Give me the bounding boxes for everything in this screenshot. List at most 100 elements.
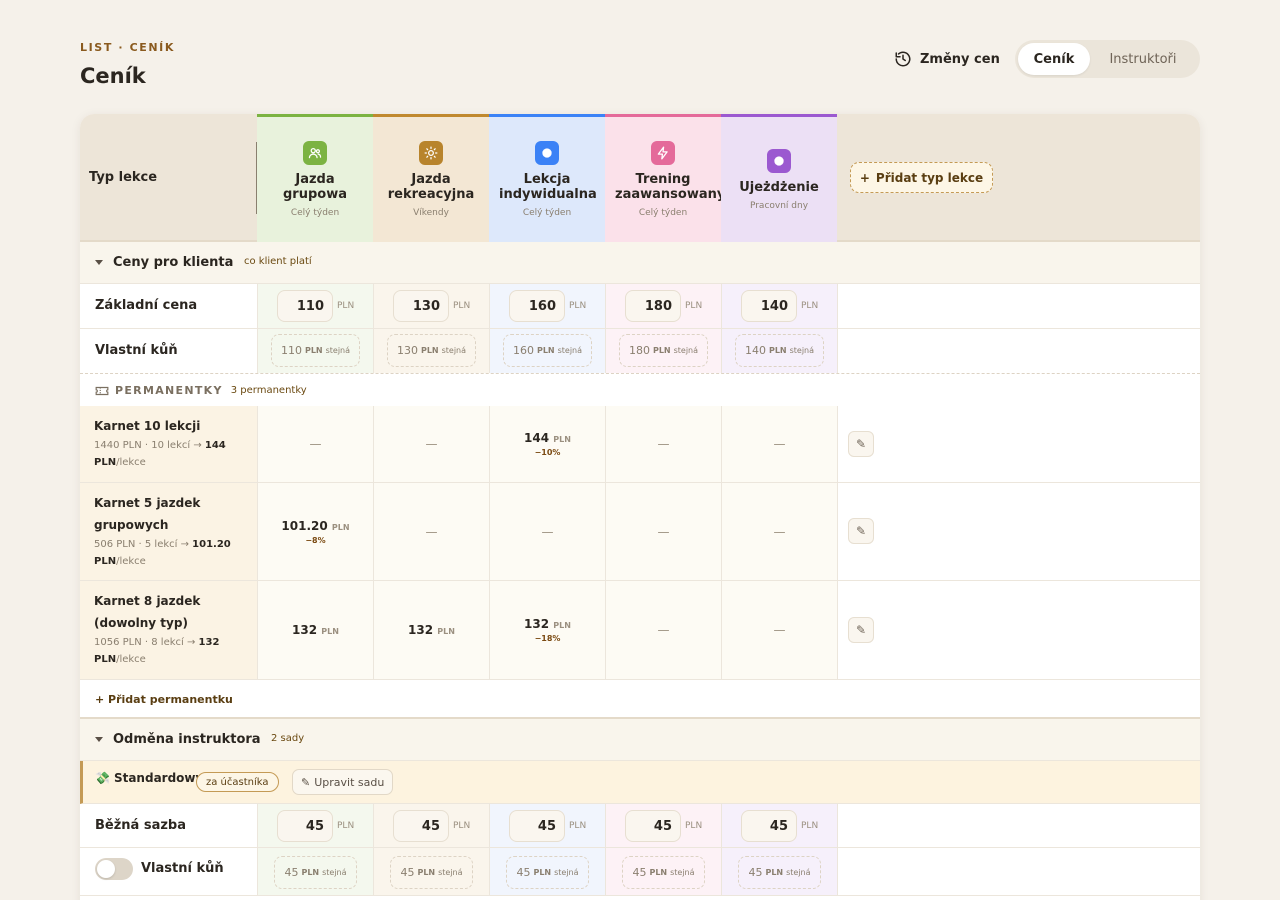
rate-input[interactable]: 45: [625, 810, 681, 842]
pass-meta: 1440 PLN · 10 lekcí → 144 PLN/lekce: [94, 437, 243, 471]
own-horse-toggle[interactable]: [95, 858, 133, 880]
same-label: stejná: [322, 868, 347, 877]
inherited-price[interactable]: 160 PLN stejná: [503, 334, 592, 367]
price-input[interactable]: 110: [277, 290, 333, 322]
rate-set-name-text: Standardowy: [113, 771, 204, 785]
inherited-value: 130: [396, 344, 418, 357]
price-input[interactable]: 140: [741, 290, 797, 322]
pass-meta-suffix: /lekce: [116, 556, 146, 567]
pass-price: 132 PLN: [292, 623, 339, 637]
add-pass-button[interactable]: + Přidat permanentku: [95, 693, 233, 706]
pass-meta-unit: PLN: [94, 556, 117, 567]
row-instructor-own-horse: Vlastní kůň 45 PLN stejná 45 PLN stejná 45 PL…: [80, 848, 1200, 896]
cell-own-horse-price: 130 PLN stejná: [373, 329, 489, 373]
rate-input[interactable]: 45: [393, 810, 449, 842]
column-head-individual[interactable]: Lekcja indywidualna Celý týden: [489, 114, 605, 242]
column-days: Celý týden: [522, 208, 572, 218]
empty-cell: [837, 804, 1200, 847]
cell-regular-rate: 45 PLN: [721, 804, 837, 847]
pass-price-value: 132: [524, 617, 550, 631]
tab-pricelist[interactable]: Ceník: [1018, 43, 1090, 75]
empty-cell: [837, 284, 1200, 328]
bolt-icon: [651, 141, 675, 165]
currency-unit: PLN: [453, 821, 471, 831]
currency-unit: PLN: [337, 821, 355, 831]
pass-price: 132 PLN: [524, 617, 571, 631]
section-toggle-instructor-pay[interactable]: Odměna instruktora: [95, 732, 261, 747]
inherited-rate[interactable]: 45 PLN stejná: [274, 856, 357, 889]
rate-input[interactable]: 45: [741, 810, 797, 842]
pass-meta-price: 144: [204, 440, 226, 451]
column-head-group-ride[interactable]: Jazda grupowa Celý týden: [257, 114, 373, 242]
edit-pass-button[interactable]: ✎: [848, 518, 874, 544]
view-switcher: Ceník Instruktoři: [1015, 40, 1200, 78]
currency-unit: PLN: [437, 627, 455, 636]
pass-cell: —: [373, 483, 489, 580]
inherited-price[interactable]: 180 PLN stejná: [619, 334, 708, 367]
edit-rate-set-button[interactable]: ✎ Upravit sadu: [292, 769, 394, 795]
price-input[interactable]: 180: [625, 290, 681, 322]
currency-unit: PLN: [301, 868, 320, 877]
currency-unit: PLN: [553, 621, 571, 630]
same-label: stejná: [789, 346, 815, 355]
rate-input[interactable]: 45: [509, 810, 565, 842]
price-input[interactable]: 160: [509, 290, 565, 322]
cell-base-price: 130 PLN: [373, 284, 489, 328]
same-label: stejná: [325, 346, 351, 355]
history-icon: [895, 51, 911, 67]
same-label: stejná: [441, 346, 467, 355]
row-label-own-horse: Vlastní kůň: [95, 343, 178, 358]
empty-dash: —: [425, 437, 438, 451]
add-lesson-type-button[interactable]: + Přidat typ lekce: [850, 162, 993, 193]
cell-base-price: 110 PLN: [257, 284, 373, 328]
inherited-rate[interactable]: 45 PLN stejná: [390, 856, 473, 889]
pass-discount: −10%: [534, 448, 561, 457]
column-head-dressage[interactable]: Ujeżdżenie Pracovní dny: [721, 114, 837, 242]
currency-unit: PLN: [453, 301, 471, 311]
inherited-rate[interactable]: 45 PLN stejná: [738, 856, 821, 889]
inherited-value: 160: [512, 344, 534, 357]
currency-unit: PLN: [536, 346, 555, 355]
inherited-price[interactable]: 110 PLN stejná: [271, 334, 360, 367]
currency-unit: PLN: [569, 821, 587, 831]
currency-unit: PLN: [304, 346, 323, 355]
page-eyebrow: LIST · CENÍK: [80, 41, 175, 54]
inherited-rate[interactable]: 45 PLN stejná: [622, 856, 705, 889]
pricing-table: Typ lekce Jazda grupowa Celý týden Jazda…: [80, 114, 1200, 900]
rate-input[interactable]: 45: [277, 810, 333, 842]
currency-unit: PLN: [765, 868, 784, 877]
currency-unit: PLN: [533, 868, 552, 877]
pass-row: Karnet 5 jazdek grupowych 506 PLN · 5 le…: [80, 483, 1200, 581]
cell-own-horse-rate: 45 PLN stejná: [721, 848, 837, 895]
pass-price: 101.20 PLN: [281, 519, 349, 533]
edit-pass-button[interactable]: ✎: [848, 617, 874, 643]
edit-pass-button[interactable]: ✎: [848, 431, 874, 457]
cell-own-horse-price: 160 PLN stejná: [489, 329, 605, 373]
pass-row: Karnet 10 lekcji 1440 PLN · 10 lekcí → 1…: [80, 406, 1200, 483]
price-input[interactable]: 130: [393, 290, 449, 322]
pencil-icon: ✎: [855, 623, 867, 637]
section-toggle-client-prices[interactable]: Ceny pro klienta: [95, 255, 233, 270]
column-head-recreational[interactable]: Jazda rekreacyjna Víkendy: [373, 114, 489, 242]
pass-row: Karnet 8 jazdek (dowolny typ) 1056 PLN ·…: [80, 581, 1200, 680]
inherited-rate[interactable]: 45 PLN stejná: [506, 856, 589, 889]
rate-set-row: 💸 Standardowy za účastníka ✎ Upravit sad…: [80, 761, 1200, 804]
pass-meta: 506 PLN · 5 lekcí → 101.20 PLN/lekce: [94, 536, 243, 570]
same-label: stejná: [438, 868, 463, 877]
inherited-price[interactable]: 140 PLN stejná: [735, 334, 824, 367]
currency-unit: PLN: [652, 346, 671, 355]
pass-cell: —: [373, 406, 489, 482]
inherited-value: 45: [400, 866, 415, 879]
price-history-button[interactable]: Změny cen: [894, 48, 1000, 70]
same-label: stejná: [670, 868, 695, 877]
passes-title: PERMANENTKY 3 permanentky: [95, 384, 307, 397]
column-head-advanced[interactable]: Trening zaawansowany Celý týden: [605, 114, 725, 242]
same-label: stejná: [786, 868, 811, 877]
rate-set-tag: za účastníka: [196, 772, 279, 792]
same-label: stejná: [554, 868, 579, 877]
pass-name: Karnet 5 jazdek grupowych: [94, 496, 201, 532]
tab-instructors[interactable]: Instruktoři: [1090, 43, 1196, 75]
column-name: Lekcja indywidualna: [499, 172, 597, 202]
inherited-price[interactable]: 130 PLN stejná: [387, 334, 476, 367]
inherited-value: 140: [744, 344, 766, 357]
